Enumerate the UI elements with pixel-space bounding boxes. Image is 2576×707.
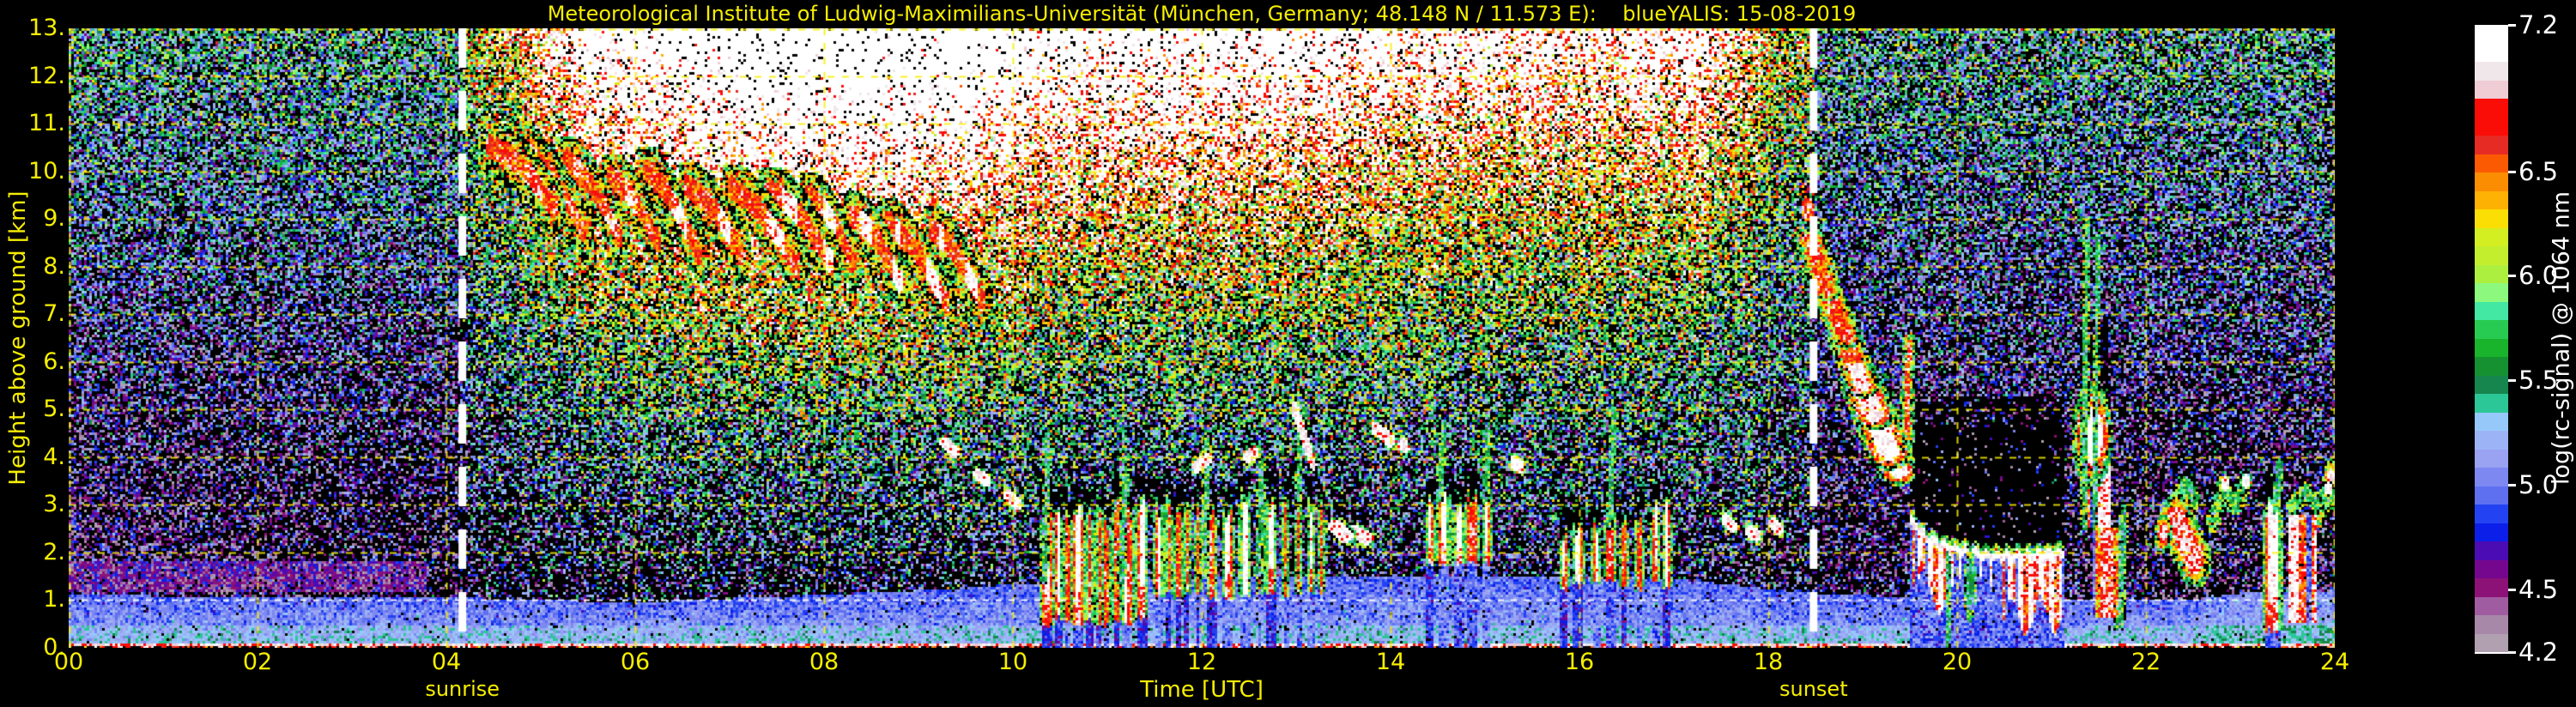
- colorbar-segment: [2475, 413, 2508, 432]
- colorbar-segment: [2475, 615, 2508, 634]
- colorbar-segment: [2475, 541, 2508, 560]
- y-tick-label: 6.: [0, 348, 65, 376]
- sunset-label: sunset: [1779, 677, 1848, 701]
- y-axis-title: Height above ground [km]: [5, 190, 31, 485]
- colorbar-segment: [2475, 320, 2508, 339]
- x-tick-label: 06: [601, 650, 670, 675]
- x-tick-label: 08: [790, 650, 858, 675]
- colorbar-tick-mark: [2508, 24, 2516, 27]
- x-tick-label: 20: [1923, 650, 1991, 675]
- y-tick-label: 4.: [0, 444, 65, 471]
- colorbar-tick-label: 6.5: [2518, 159, 2558, 184]
- colorbar-segment: [2475, 118, 2508, 136]
- x-tick-label: 10: [979, 650, 1047, 675]
- y-tick-label: 3.: [0, 491, 65, 518]
- y-tick-label: 7.: [0, 300, 65, 328]
- colorbar-segment: [2475, 265, 2508, 284]
- colorbar-tick-mark: [2508, 171, 2516, 173]
- colorbar-segment: [2475, 154, 2508, 173]
- colorbar-title: log(rc-signal) @ 1064 nm: [2549, 191, 2575, 485]
- colorbar-segment: [2475, 136, 2508, 154]
- x-tick-label: 24: [2300, 650, 2369, 675]
- colorbar-segment: [2475, 357, 2508, 376]
- colorbar-segment: [2475, 505, 2508, 523]
- colorbar-segment: [2475, 302, 2508, 321]
- y-tick-label: 1.: [0, 586, 65, 613]
- colorbar-segment: [2475, 394, 2508, 413]
- chart-title: Meteorological Institute of Ludwig-Maxim…: [69, 2, 2335, 26]
- x-tick-label: 00: [34, 650, 103, 675]
- colorbar-segment: [2475, 283, 2508, 302]
- x-tick-label: 18: [1734, 650, 1803, 675]
- sunrise-label: sunrise: [425, 677, 500, 701]
- y-tick-label: 9.: [0, 205, 65, 233]
- y-tick-label: 5.: [0, 396, 65, 423]
- colorbar-segment: [2475, 172, 2508, 191]
- colorbar-segment: [2475, 634, 2508, 653]
- colorbar-segment: [2475, 578, 2508, 597]
- colorbar-tick-mark: [2508, 275, 2516, 277]
- colorbar-tick-mark: [2508, 651, 2516, 654]
- colorbar-segment: [2475, 99, 2508, 118]
- colorbar-segment: [2475, 450, 2508, 468]
- colorbar-tick-mark: [2508, 589, 2516, 591]
- colorbar-segment: [2475, 431, 2508, 450]
- colorbar-segment: [2475, 339, 2508, 358]
- x-tick-label: 16: [1545, 650, 1614, 675]
- y-tick-label: 11.: [0, 110, 65, 137]
- y-tick-label: 8.: [0, 253, 65, 281]
- x-tick-label: 12: [1167, 650, 1236, 675]
- colorbar-segment: [2475, 44, 2508, 63]
- colorbar-tick-label: 7.2: [2518, 12, 2558, 38]
- colorbar-tick-label: 4.5: [2518, 577, 2558, 602]
- colorbar-tick-label: 4.2: [2518, 639, 2558, 665]
- lidar-heatmap-canvas: [69, 28, 2335, 648]
- colorbar-segment: [2475, 560, 2508, 579]
- colorbar-segment: [2475, 62, 2508, 81]
- colorbar-tick-mark: [2508, 484, 2516, 486]
- colorbar-segment: [2475, 209, 2508, 228]
- x-tick-label: 04: [412, 650, 481, 675]
- y-tick-label: 12.: [0, 63, 65, 90]
- colorbar-segment: [2475, 81, 2508, 100]
- colorbar-segment: [2475, 523, 2508, 542]
- x-tick-label: 02: [223, 650, 292, 675]
- lidar-quicklook-figure: Meteorological Institute of Ludwig-Maxim…: [0, 0, 2576, 707]
- y-tick-label: 2.: [0, 539, 65, 566]
- colorbar-tick-mark: [2508, 379, 2516, 382]
- colorbar-segment: [2475, 228, 2508, 247]
- colorbar-segment: [2475, 486, 2508, 505]
- x-tick-label: 14: [1356, 650, 1425, 675]
- colorbar-segment: [2475, 191, 2508, 210]
- x-axis-title: Time [UTC]: [1140, 677, 1264, 703]
- colorbar-segment: [2475, 246, 2508, 265]
- x-tick-label: 22: [2112, 650, 2180, 675]
- colorbar-segment: [2475, 468, 2508, 486]
- y-tick-label: 10.: [0, 158, 65, 185]
- colorbar: [2475, 25, 2508, 654]
- colorbar-segment: [2475, 25, 2508, 44]
- colorbar-segment: [2475, 597, 2508, 616]
- colorbar-segment: [2475, 376, 2508, 395]
- y-tick-label: 13.: [0, 15, 65, 42]
